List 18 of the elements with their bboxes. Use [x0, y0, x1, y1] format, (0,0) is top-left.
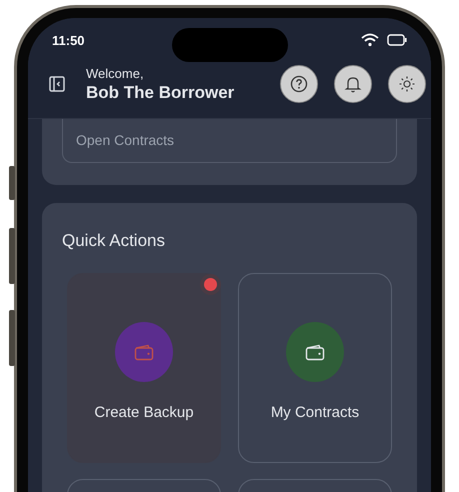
battery-icon: [387, 34, 407, 46]
open-contracts-item[interactable]: Open Contracts: [62, 119, 397, 163]
bell-icon: [344, 75, 362, 93]
wallet-icon: [304, 342, 326, 362]
status-time: 11:50: [52, 32, 86, 48]
sidebar-toggle-icon[interactable]: [48, 75, 66, 93]
welcome-text: Welcome,: [86, 66, 145, 80]
help-icon: [290, 75, 308, 93]
theme-button[interactable]: [388, 65, 426, 103]
user-name: Bob The Borrower: [86, 82, 236, 102]
action-tile[interactable]: My Contracts: [238, 273, 392, 463]
wallet-icon: [133, 342, 155, 362]
notifications-button[interactable]: [334, 65, 372, 103]
section-title: Quick Actions: [62, 231, 166, 251]
help-button[interactable]: [280, 65, 318, 103]
wifi-icon: [361, 33, 379, 47]
action-tile[interactable]: Create Backup: [67, 273, 221, 463]
sun-icon: [398, 75, 416, 93]
